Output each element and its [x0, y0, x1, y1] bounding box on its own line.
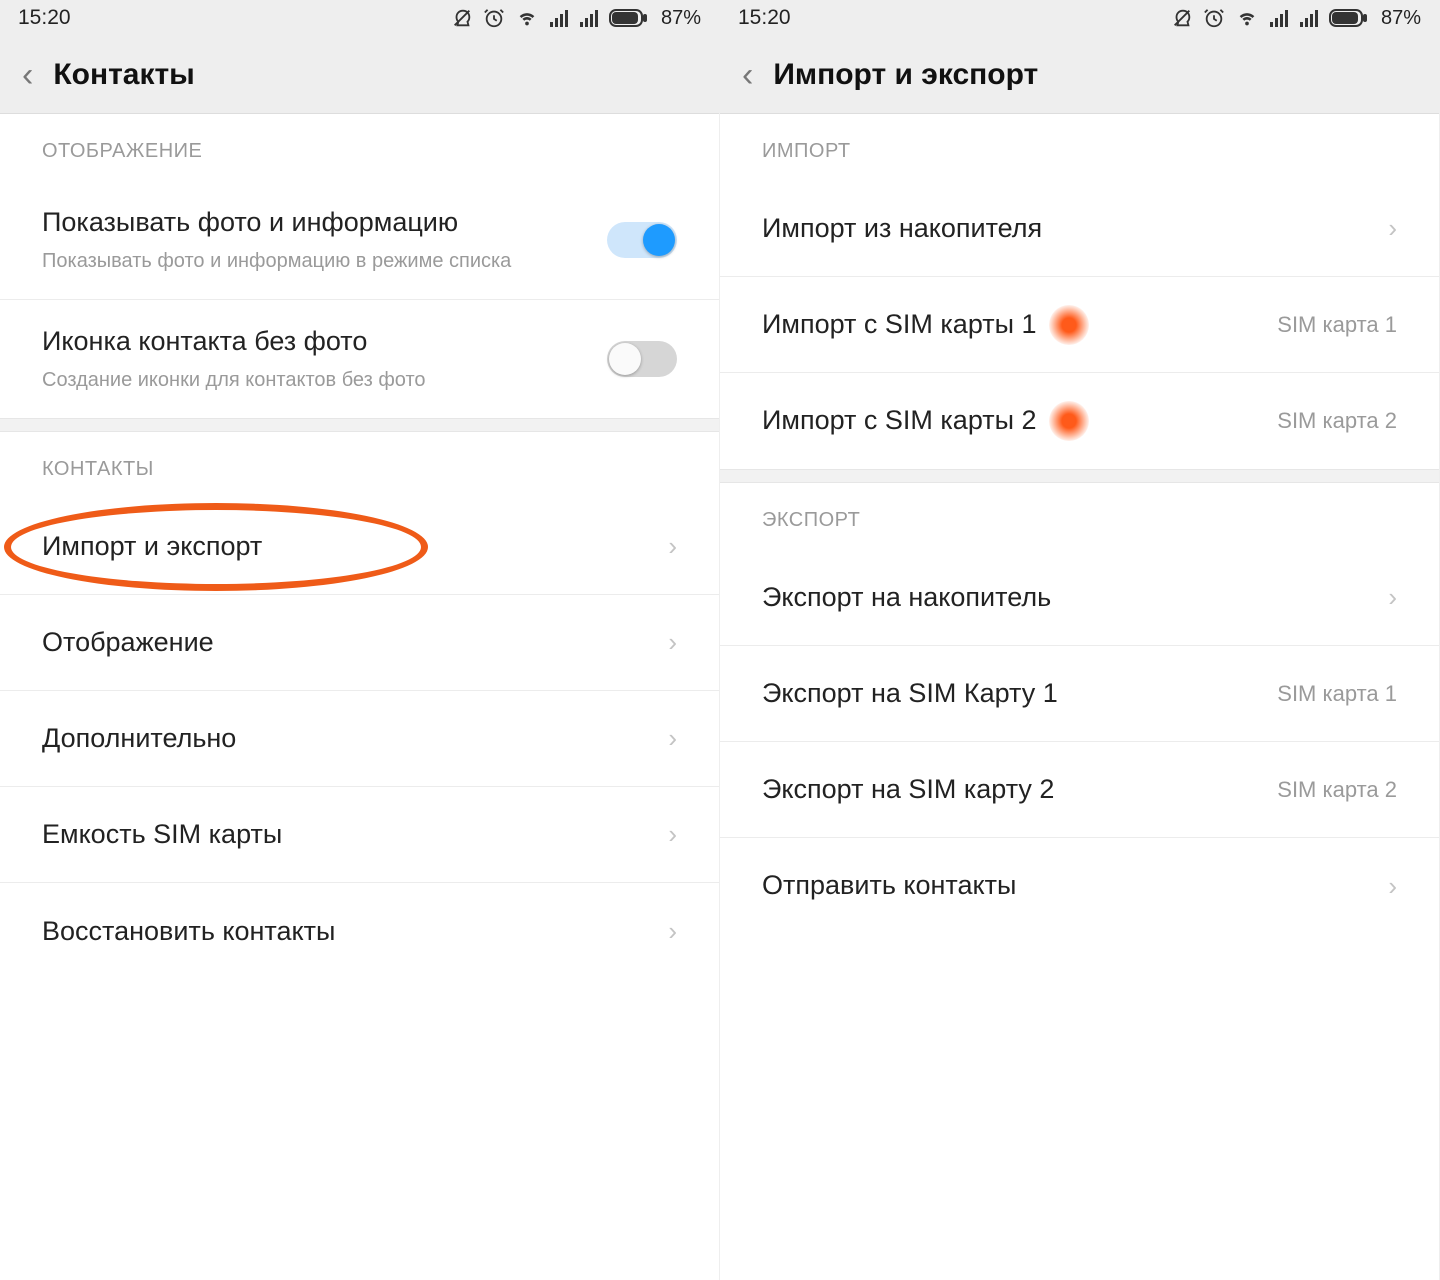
row-restore-contacts[interactable]: Восстановить контакты ›: [0, 883, 719, 979]
page-title: Контакты: [53, 58, 194, 92]
row-import-sim2[interactable]: Импорт с SIM карты 2 SIM карта 2: [720, 373, 1439, 469]
row-export-sim1[interactable]: Экспорт на SIM Карту 1 SIM карта 1: [720, 646, 1439, 742]
chevron-right-icon: ›: [668, 723, 677, 754]
section-contacts: КОНТАКТЫ: [0, 432, 719, 499]
chevron-right-icon: ›: [1388, 582, 1397, 613]
row-label: Экспорт на SIM Карту 1: [762, 676, 1277, 711]
toggle-show-photo-info[interactable]: [607, 222, 677, 258]
row-label: Импорт с SIM карты 2: [762, 401, 1277, 441]
highlight-dot-icon: [1049, 305, 1089, 345]
signal-2-icon: [579, 8, 599, 28]
row-import-storage[interactable]: Импорт из накопителя ›: [720, 181, 1439, 277]
row-send-contacts[interactable]: Отправить контакты ›: [720, 838, 1439, 934]
row-label-text: Импорт с SIM карты 2: [762, 403, 1037, 438]
row-label: Емкость SIM карты: [42, 817, 668, 852]
wifi-icon: [515, 7, 539, 29]
chevron-right-icon: ›: [1388, 213, 1397, 244]
header: ‹ Импорт и экспорт: [720, 36, 1439, 114]
screen-contacts: 15:20 87% ‹ Контакты ОТОБ: [0, 0, 720, 1280]
status-icons: 87%: [451, 7, 701, 30]
section-export: ЭКСПОРТ: [720, 483, 1439, 550]
page-title: Импорт и экспорт: [773, 58, 1038, 92]
row-sub: Создание иконки для контактов без фото: [42, 367, 522, 394]
header: ‹ Контакты: [0, 36, 719, 114]
row-label: Экспорт на накопитель: [762, 580, 1388, 615]
chevron-right-icon: ›: [668, 819, 677, 850]
battery-icon: [609, 8, 649, 28]
row-label: Отправить контакты: [762, 868, 1388, 903]
row-label: Импорт из накопителя: [762, 211, 1388, 246]
row-label: Отображение: [42, 625, 668, 660]
row-export-storage[interactable]: Экспорт на накопитель ›: [720, 550, 1439, 646]
row-value: SIM карта 1: [1277, 681, 1397, 707]
row-sub: Показывать фото и информацию в режиме сп…: [42, 248, 522, 275]
wifi-icon: [1235, 7, 1259, 29]
status-bar: 15:20 87%: [720, 0, 1439, 36]
row-label: Экспорт на SIM карту 2: [762, 772, 1277, 807]
row-sim-capacity[interactable]: Емкость SIM карты ›: [0, 787, 719, 883]
row-contact-icon-no-photo[interactable]: Иконка контакта без фото Создание иконки…: [0, 300, 719, 418]
battery-icon: [1329, 8, 1369, 28]
row-label: Импорт и экспорт: [42, 529, 668, 564]
section-import: ИМПОРТ: [720, 114, 1439, 181]
toggle-contact-icon-no-photo[interactable]: [607, 341, 677, 377]
signal-1-icon: [1269, 8, 1289, 28]
chevron-right-icon: ›: [668, 627, 677, 658]
chevron-right-icon: ›: [668, 531, 677, 562]
row-value: SIM карта 2: [1277, 408, 1397, 434]
row-label: Восстановить контакты: [42, 914, 668, 949]
highlight-dot-icon: [1049, 401, 1089, 441]
battery-percent: 87%: [661, 7, 701, 30]
row-label: Дополнительно: [42, 721, 668, 756]
row-value: SIM карта 2: [1277, 777, 1397, 803]
section-gap: [0, 418, 719, 432]
row-import-export[interactable]: Импорт и экспорт ›: [0, 499, 719, 595]
back-icon[interactable]: ‹: [18, 58, 53, 92]
row-show-photo-info[interactable]: Показывать фото и информацию Показывать …: [0, 181, 719, 300]
signal-1-icon: [549, 8, 569, 28]
alarm-icon: [1203, 7, 1225, 29]
back-icon[interactable]: ‹: [738, 58, 773, 92]
status-bar: 15:20 87%: [0, 0, 719, 36]
status-time: 15:20: [18, 6, 71, 30]
row-label: Импорт с SIM карты 1: [762, 305, 1277, 345]
mute-icon: [1171, 7, 1193, 29]
row-advanced[interactable]: Дополнительно ›: [0, 691, 719, 787]
status-icons: 87%: [1171, 7, 1421, 30]
mute-icon: [451, 7, 473, 29]
row-value: SIM карта 1: [1277, 312, 1397, 338]
row-label: Показывать фото и информацию: [42, 205, 607, 240]
row-display[interactable]: Отображение ›: [0, 595, 719, 691]
signal-2-icon: [1299, 8, 1319, 28]
row-export-sim2[interactable]: Экспорт на SIM карту 2 SIM карта 2: [720, 742, 1439, 838]
battery-percent: 87%: [1381, 7, 1421, 30]
row-import-sim1[interactable]: Импорт с SIM карты 1 SIM карта 1: [720, 277, 1439, 373]
section-gap: [720, 469, 1439, 483]
screen-import-export: 15:20 87% ‹ Импорт и экспорт: [720, 0, 1440, 1280]
row-label-text: Импорт с SIM карты 1: [762, 307, 1037, 342]
alarm-icon: [483, 7, 505, 29]
chevron-right-icon: ›: [1388, 871, 1397, 902]
section-display: ОТОБРАЖЕНИЕ: [0, 114, 719, 181]
status-time: 15:20: [738, 6, 791, 30]
row-label: Иконка контакта без фото: [42, 324, 607, 359]
chevron-right-icon: ›: [668, 916, 677, 947]
